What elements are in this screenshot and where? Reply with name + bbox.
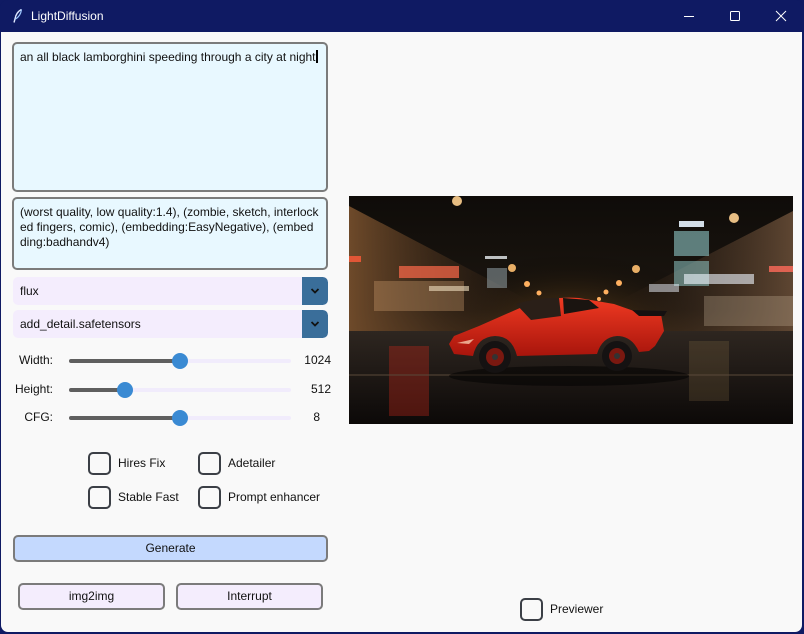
width-slider[interactable] — [69, 353, 291, 369]
maximize-icon — [730, 11, 740, 21]
interrupt-button[interactable]: Interrupt — [176, 583, 323, 610]
cfg-value: 8 — [313, 410, 320, 424]
lora-select[interactable]: add_detail.safetensors — [13, 310, 328, 338]
height-label: Height: — [14, 382, 53, 396]
width-value: 1024 — [304, 353, 331, 367]
adetailer-checkbox-box[interactable] — [198, 452, 221, 475]
title-bar[interactable]: LightDiffusion — [0, 0, 804, 32]
height-slider-thumb[interactable] — [117, 382, 133, 398]
generated-image — [349, 196, 793, 424]
prompt-enhancer-label: Prompt enhancer — [228, 490, 321, 504]
stable-fast-label: Stable Fast — [118, 490, 179, 504]
prompt-text: an all black lamborghini speeding throug… — [20, 50, 316, 64]
previewer-label: Previewer — [550, 602, 604, 616]
cfg-slider[interactable] — [69, 410, 291, 426]
maximize-button[interactable] — [712, 0, 758, 32]
negative-prompt-text: (worst quality, low quality:1.4), (zombi… — [20, 205, 319, 249]
width-slider-thumb[interactable] — [172, 353, 188, 369]
generated-image-preview — [349, 196, 793, 424]
width-slider-row: Width: 1024 — [1, 350, 341, 370]
minimize-icon — [684, 16, 694, 17]
model-select-dropdown-button[interactable] — [302, 277, 328, 305]
lora-select-value: add_detail.safetensors — [20, 317, 141, 331]
adetailer-label: Adetailer — [228, 456, 276, 470]
window-title: LightDiffusion — [31, 9, 104, 23]
cfg-label: CFG: — [24, 410, 53, 424]
prompt-input[interactable]: an all black lamborghini speeding throug… — [12, 42, 328, 192]
chevron-down-icon — [311, 321, 319, 327]
close-icon — [775, 10, 787, 22]
hires-fix-label: Hires Fix — [118, 456, 166, 470]
close-button[interactable] — [758, 0, 804, 32]
cfg-slider-fill — [69, 416, 180, 420]
hires-fix-checkbox-box[interactable] — [88, 452, 111, 475]
chevron-down-icon — [311, 288, 319, 294]
cfg-slider-thumb[interactable] — [172, 410, 188, 426]
width-label: Width: — [18, 353, 53, 367]
width-slider-fill — [69, 359, 180, 363]
main-panel: an all black lamborghini speeding throug… — [1, 32, 802, 632]
app-window: LightDiffusion an all black lamborghini … — [0, 0, 804, 634]
model-select-value: flux — [20, 284, 39, 298]
minimize-button[interactable] — [666, 0, 712, 32]
text-caret — [315, 50, 318, 63]
prompt-enhancer-checkbox-box[interactable] — [198, 486, 221, 509]
stable-fast-checkbox-box[interactable] — [88, 486, 111, 509]
model-select[interactable]: flux — [13, 277, 328, 305]
generate-button[interactable]: Generate — [13, 535, 328, 562]
height-slider-row: Height: 512 — [1, 379, 341, 399]
previewer-checkbox-box[interactable] — [520, 598, 543, 621]
lora-select-dropdown-button[interactable] — [302, 310, 328, 338]
cfg-slider-row: CFG: 8 — [1, 407, 341, 427]
feather-icon — [13, 8, 23, 23]
height-value: 512 — [310, 382, 331, 396]
height-slider[interactable] — [69, 382, 291, 398]
img2img-button[interactable]: img2img — [18, 583, 165, 610]
negative-prompt-input[interactable]: (worst quality, low quality:1.4), (zombi… — [12, 197, 328, 270]
